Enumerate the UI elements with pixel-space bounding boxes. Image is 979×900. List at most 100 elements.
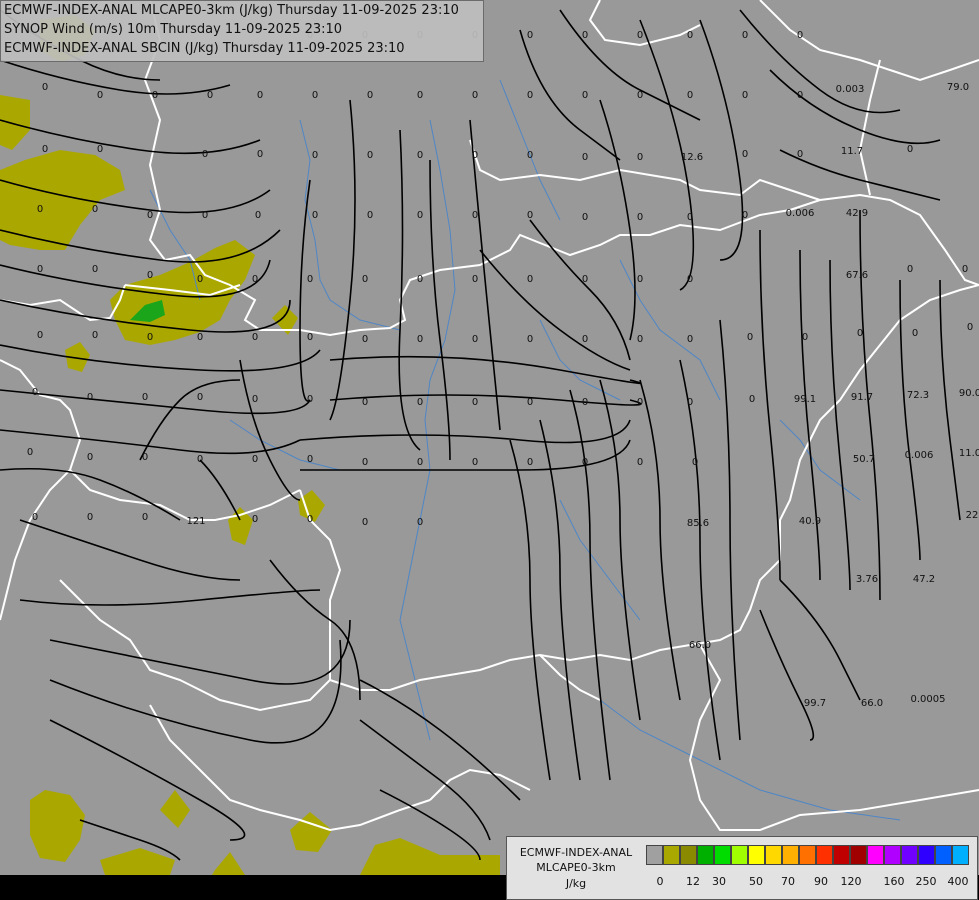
cin-label: 0	[362, 274, 368, 285]
cin-label: 79.0	[947, 82, 969, 93]
cin-label: 0	[367, 210, 373, 221]
cin-label: 0	[252, 332, 258, 343]
cin-label: 0	[637, 397, 643, 408]
legend-tick-label: 400	[947, 875, 969, 888]
cin-label: 0	[255, 210, 261, 221]
cin-label: 0	[367, 90, 373, 101]
cin-label: 0	[197, 274, 203, 285]
cin-label: 0	[687, 212, 693, 223]
cin-label: 0	[417, 334, 423, 345]
cin-label: 0	[962, 264, 968, 275]
cin-label: 0	[42, 144, 48, 155]
cin-label: 0	[637, 457, 643, 468]
legend-swatch	[782, 845, 799, 865]
cin-label: 0	[582, 90, 588, 101]
cin-label: 0	[152, 90, 158, 101]
legend-swatch	[799, 845, 816, 865]
cin-label: 0	[197, 392, 203, 403]
cin-label: 0	[687, 397, 693, 408]
cin-label: 0	[42, 82, 48, 93]
cin-label: 0	[312, 150, 318, 161]
cin-label: 0	[912, 328, 918, 339]
legend-tick-label: 120	[840, 875, 862, 888]
cin-label: 90.0	[959, 388, 979, 399]
weather-map[interactable]: 0 0 0 0 0 0 0 0 0 0 0 0 0 0 0 0 0 0 0 0 0 0 0 0 0 0 0 0 0 0 0 0 0 0 0 0 0 0 0 0…	[0, 0, 979, 900]
cin-label: 99.1	[794, 394, 816, 405]
cin-label: 3.76	[856, 574, 878, 585]
cin-label: 0	[417, 210, 423, 221]
cin-label: 0	[147, 210, 153, 221]
cin-label: 0	[92, 204, 98, 215]
cin-label: 0	[252, 514, 258, 525]
cin-label: 0	[417, 397, 423, 408]
cin-label: 0	[252, 454, 258, 465]
legend-tick-label: 50	[749, 875, 763, 888]
cin-label: 0	[362, 397, 368, 408]
cin-label: 0	[472, 397, 478, 408]
legend-swatches	[646, 845, 969, 865]
cin-label: 0	[527, 397, 533, 408]
legend-tick-label: 70	[781, 875, 795, 888]
cin-label: 91.7	[851, 392, 873, 403]
legend-swatch	[918, 845, 935, 865]
legend-tick-label: 0	[656, 875, 664, 888]
cin-label: 67.6	[846, 270, 868, 281]
cin-label: 0	[527, 90, 533, 101]
legend-tick-label: 160	[883, 875, 905, 888]
cin-label: 0	[252, 394, 258, 405]
cin-label: 0	[742, 149, 748, 160]
cin-label: 85.6	[687, 518, 709, 529]
cin-label: 0	[907, 264, 913, 275]
cin-label: 0	[472, 150, 478, 161]
cin-label: 72.3	[907, 390, 929, 401]
cin-label: 0	[472, 334, 478, 345]
cin-label: 0	[749, 394, 755, 405]
legend-param: MLCAPE0-3km	[536, 861, 616, 874]
cin-label: 0	[802, 332, 808, 343]
cin-label: 0	[907, 144, 913, 155]
legend-unit: J/kg	[565, 877, 587, 890]
cin-label: 66.0	[861, 698, 883, 709]
cin-label: 0	[417, 517, 423, 528]
cin-label: 0.0005	[911, 694, 946, 705]
legend-model: ECMWF-INDEX-ANAL	[519, 846, 633, 859]
cin-label: 11.0	[959, 448, 979, 459]
cin-label: 0	[742, 90, 748, 101]
cin-label: 0	[362, 457, 368, 468]
cin-label: 0	[312, 210, 318, 221]
cin-label: 0	[142, 452, 148, 463]
cin-label: 0	[27, 447, 33, 458]
cin-label: 12.6	[681, 152, 703, 163]
cin-label: 47.2	[913, 574, 935, 585]
cin-label: 0	[527, 30, 533, 41]
cin-label: 0	[87, 452, 93, 463]
cin-label: 0	[637, 30, 643, 41]
cin-label: 0	[687, 334, 693, 345]
cin-label: 50.7	[853, 454, 875, 465]
cin-label: 0	[307, 274, 313, 285]
cin-label: 0	[527, 210, 533, 221]
cin-label: 0	[692, 457, 698, 468]
cin-label: 0	[37, 204, 43, 215]
cin-label: 0	[307, 454, 313, 465]
legend-swatch	[935, 845, 952, 865]
cin-label: 121	[186, 516, 205, 527]
cin-label: 0	[472, 274, 478, 285]
header-line-cape: ECMWF-INDEX-ANAL MLCAPE0-3km (J/kg) Thur…	[4, 3, 459, 18]
cin-label: 0	[967, 322, 973, 333]
cin-label: 0	[362, 334, 368, 345]
cin-label: 0	[312, 90, 318, 101]
cin-label: 0	[257, 149, 263, 160]
cin-label: 0	[797, 149, 803, 160]
cin-label: 0	[637, 152, 643, 163]
cin-label: 0	[202, 210, 208, 221]
header-line-wind: SYNOP Wind (m/s) 10m Thursday 11-09-2025…	[4, 22, 343, 37]
cin-label: 0	[197, 332, 203, 343]
cin-label: 0	[687, 90, 693, 101]
cin-label: 0	[472, 90, 478, 101]
map-header: ECMWF-INDEX-ANAL MLCAPE0-3km (J/kg) Thur…	[0, 0, 484, 62]
cin-label: 0	[582, 274, 588, 285]
cin-label: 0	[417, 274, 423, 285]
cin-label: 0	[417, 150, 423, 161]
cin-label: 0	[417, 457, 423, 468]
